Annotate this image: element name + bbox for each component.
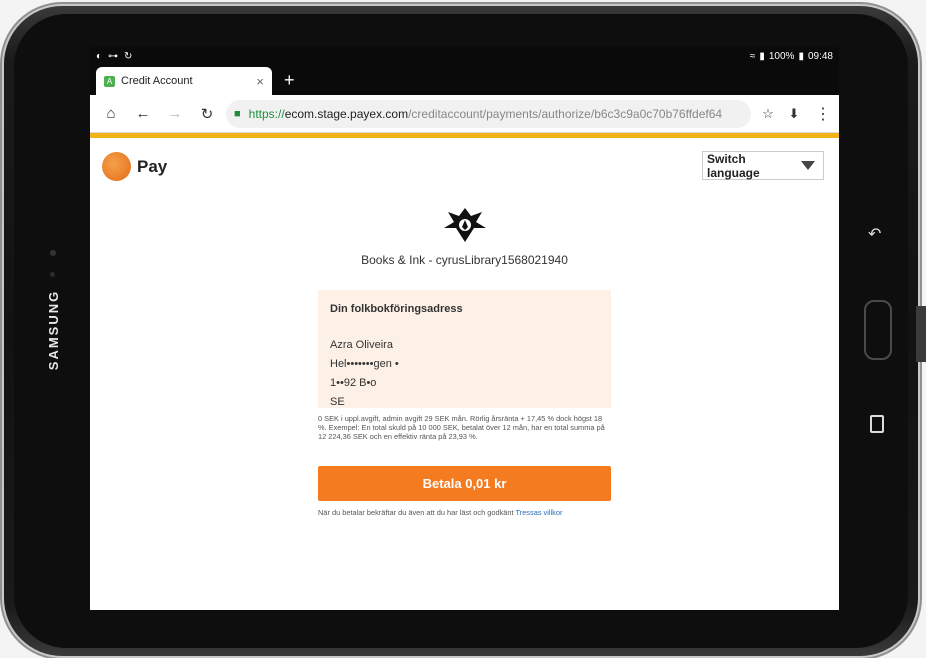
address-title: Din folkbokföringsadress [330, 303, 463, 315]
address-postal: 1••92 B•o [330, 377, 377, 389]
tab-credit-account[interactable]: A Credit Account × [96, 67, 272, 95]
menu-icon[interactable]: ⋮ [815, 104, 831, 124]
consent-label: När du betalar bekräftar du även att du … [318, 508, 514, 517]
tab-title: Credit Account [121, 75, 193, 87]
logo-text: Pay [137, 156, 168, 176]
device-brand: SAMSUNG [45, 289, 61, 371]
lock-icon: ■ [234, 107, 241, 120]
home-icon[interactable]: ⌂ [98, 101, 124, 127]
hardware-recent-apps-icon[interactable] [870, 415, 884, 433]
notification-icon: ◐ [96, 50, 103, 62]
terms-link[interactable]: Tressas villkor [516, 508, 563, 517]
tab-favicon-icon: A [104, 75, 115, 87]
close-tab-icon[interactable]: × [256, 74, 264, 89]
download-icon[interactable]: ⬇ [785, 106, 803, 122]
caret-down-icon [801, 161, 815, 170]
status-bar: ◐ ⊶ ↻ ≈ ▮ 100% ▮ 09:48 [90, 47, 839, 65]
address-country: SE [330, 396, 345, 408]
browser-toolbar: ⌂ ← → ↻ ■ https:// ecom.stage.payex.com … [90, 95, 839, 133]
star-icon[interactable]: ☆ [759, 106, 777, 122]
signal-icon: ▮ [759, 50, 765, 62]
merchant-name: Books & Ink - cyrusLibrary1568021940 [361, 253, 568, 267]
switch-language-dropdown[interactable]: Switch language [702, 151, 824, 180]
url-scheme: https:// [248, 106, 285, 121]
sensor-dot [50, 272, 55, 277]
switch-language-label: Switch language [707, 151, 760, 180]
url-path: /creditaccount/payments/authorize/b6c3c9… [408, 106, 723, 121]
sync-icon: ↻ [124, 50, 133, 62]
payment-page: Pay Switch language Books & Ink - cyrusL… [90, 138, 839, 610]
address-street: Hel•••••••gen • [330, 358, 399, 370]
back-arrow-icon[interactable]: ← [130, 101, 156, 127]
forward-arrow-icon[interactable]: → [162, 101, 188, 127]
battery-icon: ▮ [798, 50, 804, 62]
merchant-logo-icon [444, 208, 486, 242]
key-icon: ⊶ [108, 50, 119, 62]
clock: 09:48 [807, 50, 833, 62]
address-bar[interactable]: ■ https:// ecom.stage.payex.com /credita… [226, 99, 751, 128]
pay-button[interactable]: Betala 0,01 kr [318, 466, 611, 501]
side-button [916, 306, 926, 362]
battery-percent: 100% [768, 50, 795, 62]
logo: Pay [102, 152, 167, 181]
address-name: Azra Oliveira [330, 339, 393, 351]
screen: ◐ ⊶ ↻ ≈ ▮ 100% ▮ 09:48 A Credit Account … [90, 47, 839, 610]
wifi-icon: ≈ [749, 50, 756, 62]
url-host: ecom.stage.payex.com [284, 106, 409, 121]
camera-dot [50, 250, 56, 256]
reload-icon[interactable]: ↻ [194, 101, 220, 127]
hardware-home-button[interactable] [864, 300, 892, 360]
credit-terms: 0 SEK i uppl.avgift, admin avgift 29 SEK… [318, 414, 605, 441]
hardware-back-icon[interactable]: ↶ [868, 224, 881, 244]
new-tab-button[interactable]: + [284, 70, 295, 91]
address-card: Din folkbokföringsadress Azra Oliveira H… [318, 290, 611, 408]
tab-strip: A Credit Account × + [90, 65, 839, 95]
logo-icon [102, 152, 131, 181]
consent-text: När du betalar bekräftar du även att du … [318, 508, 618, 517]
